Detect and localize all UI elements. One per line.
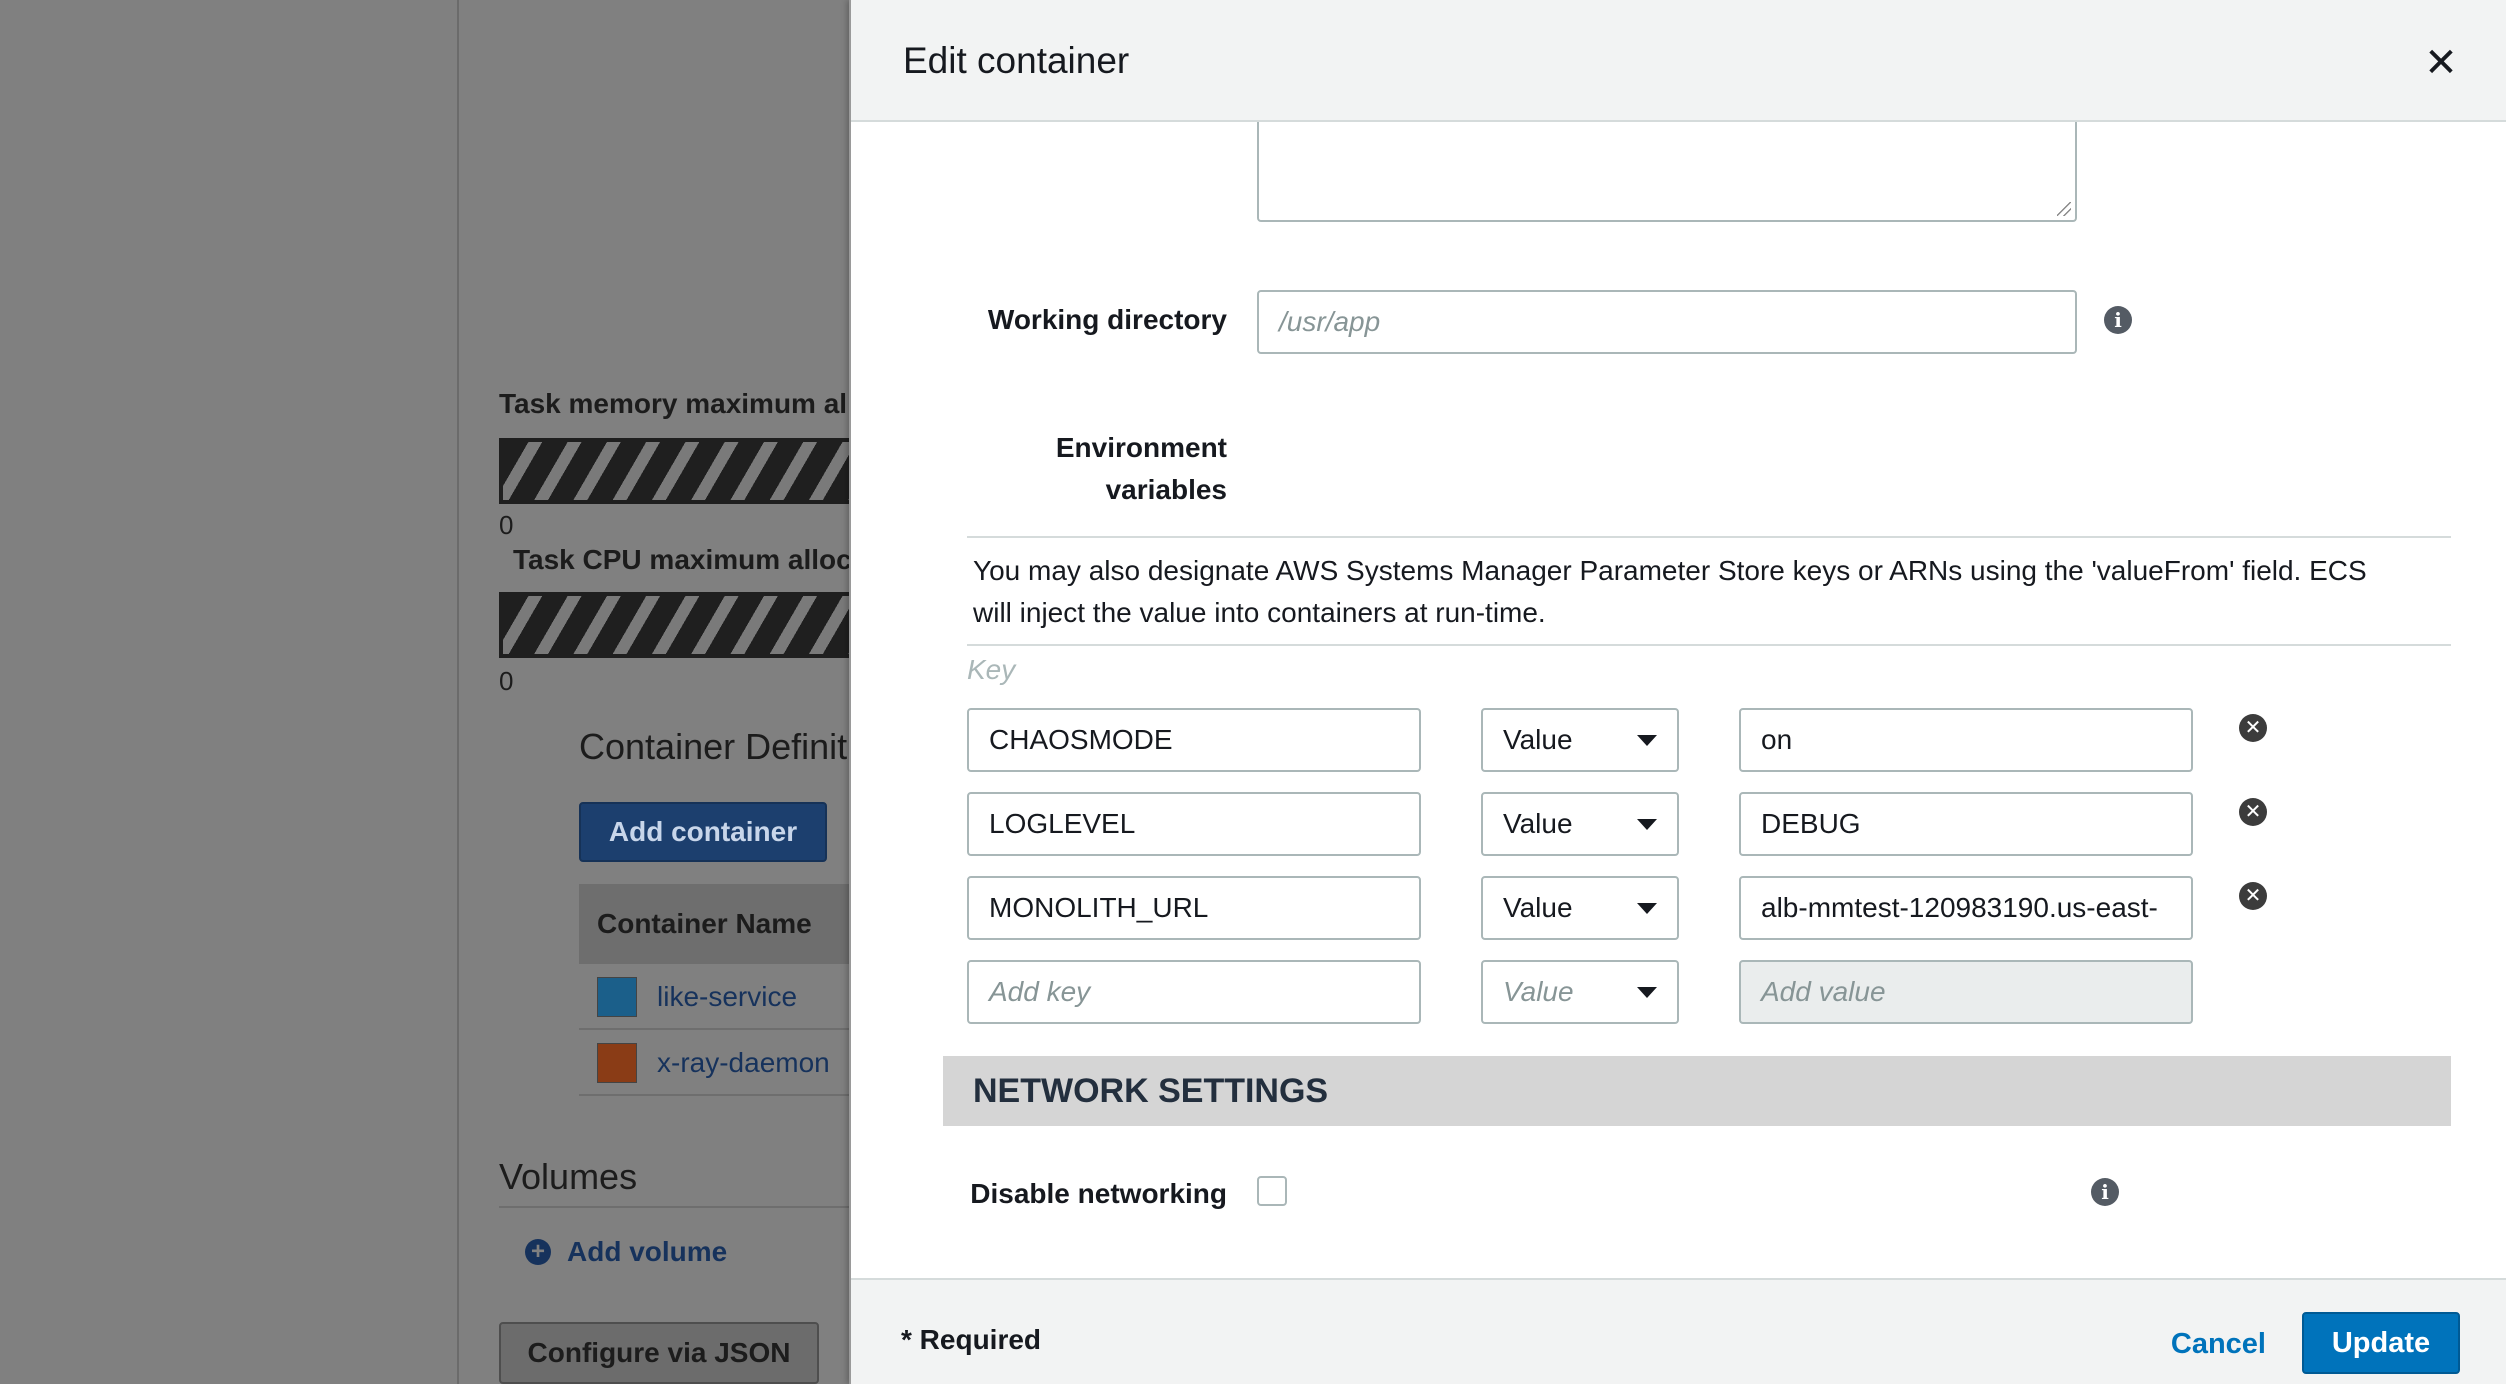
env-value-input[interactable]: DEBUG [1739,792,2193,856]
network-settings-heading: NETWORK SETTINGS [943,1056,2451,1126]
add-volume-link[interactable]: + Add volume [525,1236,727,1268]
env-type-select[interactable]: Value [1481,792,1679,856]
caret-down-icon [1637,734,1657,746]
task-memory-value: 0 [499,510,514,540]
task-memory-label: Task memory maximum al [499,388,848,419]
update-button[interactable]: Update [2302,1312,2460,1374]
add-type-select[interactable]: Value [1481,960,1679,1024]
add-key-input[interactable]: Add key [967,960,1421,1024]
env-value-input[interactable]: alb-mmtest-120983190.us-east- [1739,876,2193,940]
container-table-header: Container Name [579,884,851,964]
env-divider-top [967,536,2451,538]
key-column-header: Key [967,654,1016,685]
add-value-input[interactable]: Add value [1739,960,2193,1024]
info-icon[interactable]: i [2104,306,2132,334]
edit-container-modal: Edit container ✕ Working directory /usr/… [849,0,2506,1384]
modal-footer: * Required Cancel Update [851,1278,2506,1384]
info-icon[interactable]: i [2091,1178,2119,1206]
caret-down-icon [1637,902,1657,914]
env-type-value: Value [1503,724,1573,755]
environment-label-line2: variables [1105,474,1227,505]
container-row[interactable]: x-ray-daemon [579,1032,851,1096]
background-sidebar [0,0,459,1384]
environment-label-line1: Environment [1055,432,1227,463]
close-icon[interactable]: ✕ [2424,43,2458,83]
modal-body: Working directory /usr/app i Environment… [851,122,2506,1278]
env-type-select[interactable]: Value [1481,708,1679,772]
env-key-input[interactable]: LOGLEVEL [967,792,1421,856]
env-value-input[interactable]: on [1739,708,2193,772]
remove-circle-icon[interactable]: ✕ [2239,714,2267,742]
caret-down-icon [1637,818,1657,830]
remove-circle-icon[interactable]: ✕ [2239,798,2267,826]
required-note: * Required [901,1324,1042,1355]
container-row[interactable]: like-service [579,966,851,1030]
task-memory-bar [499,438,851,504]
background-content: Task memory maximum al 0 Task CPU maximu… [461,0,851,1384]
environment-help-text: You may also designate AWS Systems Manag… [973,555,2367,628]
container-definitions-heading: Container Definit [579,726,848,767]
modal-header: Edit container ✕ [851,0,2506,122]
env-type-value: Value [1503,892,1573,923]
plus-circle-icon: + [525,1239,551,1265]
working-directory-input[interactable]: /usr/app [1257,290,2077,354]
env-key-input[interactable]: CHAOSMODE [967,708,1421,772]
env-divider-bottom [967,644,2451,646]
add-type-value: Value [1503,976,1574,1007]
command-textarea[interactable] [1257,122,2077,222]
container-link[interactable]: x-ray-daemon [657,1047,830,1079]
configure-json-button[interactable]: Configure via JSON [499,1322,819,1384]
env-type-select[interactable]: Value [1481,876,1679,940]
modal-title: Edit container [903,40,1130,81]
task-cpu-bar [499,592,851,658]
resize-grip-icon[interactable] [2057,202,2071,216]
disable-networking-label: Disable networking [970,1178,1227,1209]
remove-circle-icon[interactable]: ✕ [2239,882,2267,910]
volumes-divider [499,1206,851,1208]
disable-networking-checkbox[interactable] [1257,1176,1287,1206]
container-link[interactable]: like-service [657,981,797,1013]
task-cpu-label: Task CPU maximum alloc [513,544,851,575]
container-color-swatch [597,1043,637,1083]
container-color-swatch [597,977,637,1017]
env-key-input[interactable]: MONOLITH_URL [967,876,1421,940]
volumes-heading: Volumes [499,1156,638,1197]
task-cpu-value: 0 [499,666,514,696]
working-directory-label: Working directory [987,304,1227,335]
add-volume-label: Add volume [567,1236,728,1267]
cancel-button[interactable]: Cancel [2171,1328,2266,1361]
add-container-button[interactable]: Add container [579,802,827,862]
env-type-value: Value [1503,808,1573,839]
caret-down-icon [1637,986,1657,998]
